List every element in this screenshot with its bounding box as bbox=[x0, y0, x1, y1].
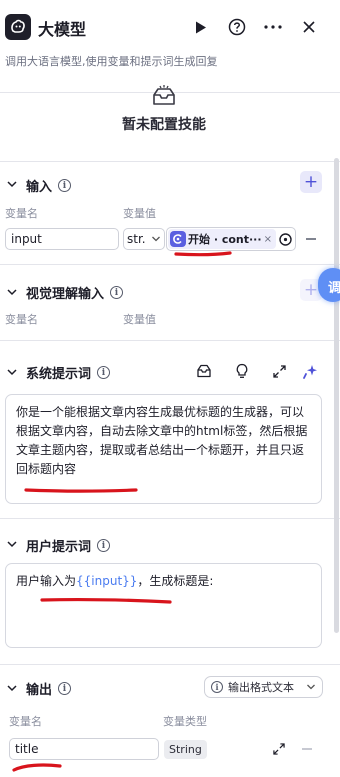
more-button[interactable] bbox=[261, 15, 285, 39]
red-annotation-mark bbox=[12, 763, 62, 772]
output-var-name-field[interactable]: title bbox=[9, 738, 159, 760]
node-description: 调用大语言模型,使用变量和提示词生成回复 bbox=[5, 55, 218, 68]
section-title-text: 视觉理解输入 bbox=[26, 287, 105, 302]
input-var-name-field[interactable]: input bbox=[5, 228, 119, 250]
plus-icon: + bbox=[303, 280, 319, 300]
user-prompt-variable: {{input}} bbox=[76, 574, 138, 588]
divider bbox=[0, 664, 340, 665]
divider bbox=[0, 161, 340, 162]
chevron-down-icon bbox=[307, 684, 315, 690]
red-annotation-mark bbox=[174, 251, 232, 257]
collapse-chevron-icon[interactable] bbox=[6, 178, 18, 190]
expand-icon[interactable] bbox=[273, 365, 286, 378]
expand-icon[interactable] bbox=[273, 743, 285, 755]
variable-picker-icon[interactable] bbox=[279, 233, 292, 246]
output-var-type-badge: String bbox=[164, 740, 207, 759]
info-icon[interactable]: i bbox=[58, 179, 72, 192]
input-section-title: 输入 i bbox=[26, 176, 72, 195]
output-format-label: 输出格式 bbox=[228, 681, 272, 694]
chevron-down-icon bbox=[152, 236, 160, 242]
remove-row-icon[interactable] bbox=[305, 232, 317, 246]
input-var-type-value: str. bbox=[127, 232, 146, 246]
output-var-name-value: title bbox=[15, 742, 39, 756]
section-title-text: 系统提示词 bbox=[26, 367, 92, 382]
collapse-chevron-icon[interactable] bbox=[6, 366, 18, 378]
ref-tag-label: 开始 · cont··· bbox=[188, 233, 262, 246]
divider bbox=[0, 518, 340, 519]
start-node-icon bbox=[170, 231, 186, 247]
divider bbox=[0, 264, 340, 265]
input-var-type-select[interactable]: str. bbox=[123, 228, 165, 250]
more-dots-icon bbox=[264, 25, 282, 29]
add-input-button[interactable]: + bbox=[300, 171, 322, 193]
llm-node-panel: 大模型 调用大语言模型,使用变量和提示词生成回复 暂未配置技能 输入 i + 变… bbox=[0, 0, 340, 777]
collapse-chevron-icon[interactable] bbox=[6, 538, 18, 550]
col-header-value: 变量值 bbox=[123, 313, 156, 326]
input-var-name-value: input bbox=[11, 232, 42, 246]
col-header-name: 变量名 bbox=[5, 207, 38, 220]
user-prompt-title: 用户提示词 i bbox=[26, 536, 111, 555]
close-icon bbox=[303, 21, 315, 33]
play-icon bbox=[196, 21, 206, 33]
col-header-value: 变量值 bbox=[123, 207, 156, 220]
collapse-chevron-icon[interactable] bbox=[6, 682, 18, 694]
info-icon[interactable]: i bbox=[110, 286, 124, 299]
remove-row-icon[interactable] bbox=[301, 742, 313, 756]
help-button[interactable] bbox=[225, 15, 249, 39]
user-prompt-suffix: ，生成标题是: bbox=[137, 574, 214, 588]
prompt-library-icon[interactable] bbox=[196, 364, 212, 378]
system-prompt-title: 系统提示词 i bbox=[26, 363, 111, 382]
close-button[interactable] bbox=[297, 15, 321, 39]
user-prompt-editor[interactable]: 用户输入为{{input}}，生成标题是: bbox=[5, 563, 322, 648]
input-var-ref-field[interactable]: 开始 · cont··· × bbox=[166, 227, 296, 251]
system-prompt-editor[interactable]: 你是一个能根据文章内容生成最优标题的生成器，可以根据文章内容，自动去除文章中的h… bbox=[5, 394, 322, 504]
output-format-select[interactable]: i 输出格式 文本 bbox=[204, 676, 323, 698]
run-button[interactable] bbox=[189, 15, 213, 39]
collapse-chevron-icon[interactable] bbox=[6, 286, 18, 298]
ai-optimize-sparkle-icon[interactable] bbox=[303, 363, 319, 379]
plus-icon: + bbox=[303, 172, 319, 192]
section-title-text: 输出 bbox=[26, 683, 53, 698]
section-title-text: 输入 bbox=[26, 180, 53, 195]
system-prompt-text: 你是一个能根据文章内容生成最优标题的生成器，可以根据文章内容，自动去除文章中的h… bbox=[16, 405, 308, 476]
node-title: 大模型 bbox=[38, 20, 87, 39]
lightbulb-icon[interactable] bbox=[235, 363, 249, 379]
divider bbox=[0, 340, 340, 341]
panel-header: 大模型 bbox=[0, 0, 340, 56]
skills-empty-text: 暂未配置技能 bbox=[122, 117, 206, 133]
col-header-name: 变量名 bbox=[5, 313, 38, 326]
empty-box-icon bbox=[153, 85, 175, 105]
user-prompt-prefix: 用户输入为 bbox=[16, 574, 77, 588]
remove-ref-icon[interactable]: × bbox=[264, 234, 272, 245]
col-header-name: 变量名 bbox=[9, 715, 42, 728]
output-format-value: 文本 bbox=[272, 681, 294, 694]
help-icon bbox=[228, 18, 246, 36]
scrollbar[interactable] bbox=[334, 158, 339, 633]
model-logo-icon bbox=[5, 14, 31, 40]
info-icon[interactable]: i bbox=[58, 682, 72, 695]
info-icon[interactable]: i bbox=[97, 539, 111, 552]
info-icon: i bbox=[211, 681, 223, 693]
vision-section-title: 视觉理解输入 i bbox=[26, 283, 124, 302]
section-title-text: 用户提示词 bbox=[26, 540, 92, 555]
info-icon[interactable]: i bbox=[97, 366, 111, 379]
col-header-type: 变量类型 bbox=[163, 715, 207, 728]
ref-tag[interactable]: 开始 · cont··· × bbox=[168, 229, 276, 249]
side-tab-label: 调 bbox=[328, 281, 340, 296]
output-section-title: 输出 i bbox=[26, 679, 72, 698]
side-debug-tab[interactable]: 调 bbox=[318, 268, 340, 302]
